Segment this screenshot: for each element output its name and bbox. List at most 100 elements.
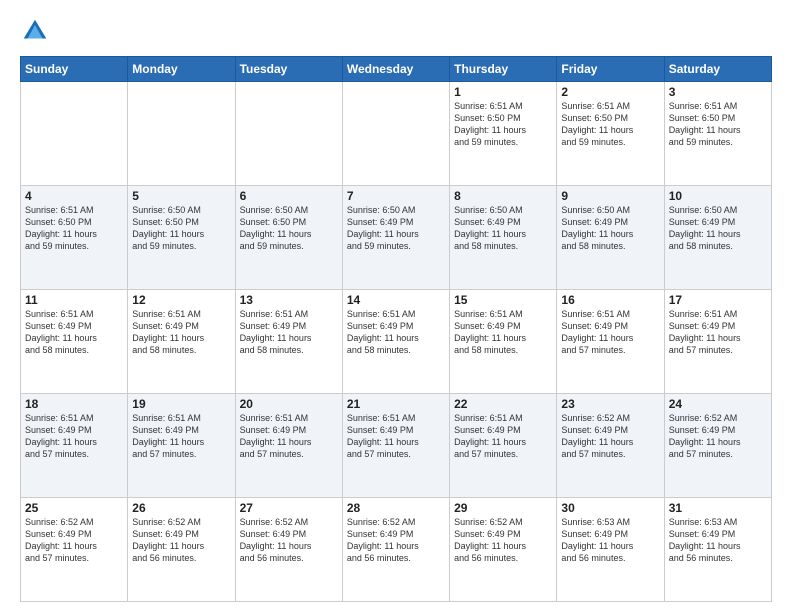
calendar-week-row: 1Sunrise: 6:51 AM Sunset: 6:50 PM Daylig… xyxy=(21,82,772,186)
calendar-cell: 16Sunrise: 6:51 AM Sunset: 6:49 PM Dayli… xyxy=(557,290,664,394)
day-number: 13 xyxy=(240,293,338,307)
calendar-cell: 8Sunrise: 6:50 AM Sunset: 6:49 PM Daylig… xyxy=(450,186,557,290)
day-info: Sunrise: 6:51 AM Sunset: 6:49 PM Dayligh… xyxy=(454,308,552,357)
day-number: 10 xyxy=(669,189,767,203)
day-number: 5 xyxy=(132,189,230,203)
day-info: Sunrise: 6:51 AM Sunset: 6:49 PM Dayligh… xyxy=(240,412,338,461)
calendar-cell xyxy=(21,82,128,186)
calendar-cell: 15Sunrise: 6:51 AM Sunset: 6:49 PM Dayli… xyxy=(450,290,557,394)
day-number: 29 xyxy=(454,501,552,515)
calendar-cell: 31Sunrise: 6:53 AM Sunset: 6:49 PM Dayli… xyxy=(664,498,771,602)
calendar-day-header: Sunday xyxy=(21,57,128,82)
day-info: Sunrise: 6:52 AM Sunset: 6:49 PM Dayligh… xyxy=(25,516,123,565)
calendar-header-row: SundayMondayTuesdayWednesdayThursdayFrid… xyxy=(21,57,772,82)
day-number: 18 xyxy=(25,397,123,411)
calendar-cell xyxy=(342,82,449,186)
day-info: Sunrise: 6:51 AM Sunset: 6:50 PM Dayligh… xyxy=(25,204,123,253)
header xyxy=(20,16,772,46)
calendar-cell: 22Sunrise: 6:51 AM Sunset: 6:49 PM Dayli… xyxy=(450,394,557,498)
calendar-table: SundayMondayTuesdayWednesdayThursdayFrid… xyxy=(20,56,772,602)
day-number: 1 xyxy=(454,85,552,99)
day-number: 23 xyxy=(561,397,659,411)
day-number: 4 xyxy=(25,189,123,203)
day-info: Sunrise: 6:52 AM Sunset: 6:49 PM Dayligh… xyxy=(132,516,230,565)
calendar-cell: 19Sunrise: 6:51 AM Sunset: 6:49 PM Dayli… xyxy=(128,394,235,498)
day-info: Sunrise: 6:51 AM Sunset: 6:50 PM Dayligh… xyxy=(454,100,552,149)
calendar-cell: 30Sunrise: 6:53 AM Sunset: 6:49 PM Dayli… xyxy=(557,498,664,602)
day-info: Sunrise: 6:51 AM Sunset: 6:49 PM Dayligh… xyxy=(240,308,338,357)
calendar-day-header: Tuesday xyxy=(235,57,342,82)
calendar-cell: 25Sunrise: 6:52 AM Sunset: 6:49 PM Dayli… xyxy=(21,498,128,602)
day-number: 20 xyxy=(240,397,338,411)
day-info: Sunrise: 6:52 AM Sunset: 6:49 PM Dayligh… xyxy=(240,516,338,565)
logo-icon xyxy=(20,16,50,46)
calendar-cell: 17Sunrise: 6:51 AM Sunset: 6:49 PM Dayli… xyxy=(664,290,771,394)
day-info: Sunrise: 6:51 AM Sunset: 6:49 PM Dayligh… xyxy=(25,308,123,357)
calendar-cell: 13Sunrise: 6:51 AM Sunset: 6:49 PM Dayli… xyxy=(235,290,342,394)
calendar-cell: 14Sunrise: 6:51 AM Sunset: 6:49 PM Dayli… xyxy=(342,290,449,394)
day-number: 27 xyxy=(240,501,338,515)
day-number: 9 xyxy=(561,189,659,203)
day-info: Sunrise: 6:52 AM Sunset: 6:49 PM Dayligh… xyxy=(561,412,659,461)
day-info: Sunrise: 6:50 AM Sunset: 6:49 PM Dayligh… xyxy=(561,204,659,253)
calendar-cell: 29Sunrise: 6:52 AM Sunset: 6:49 PM Dayli… xyxy=(450,498,557,602)
calendar-cell: 23Sunrise: 6:52 AM Sunset: 6:49 PM Dayli… xyxy=(557,394,664,498)
day-number: 2 xyxy=(561,85,659,99)
day-info: Sunrise: 6:53 AM Sunset: 6:49 PM Dayligh… xyxy=(561,516,659,565)
day-info: Sunrise: 6:52 AM Sunset: 6:49 PM Dayligh… xyxy=(669,412,767,461)
calendar-cell: 11Sunrise: 6:51 AM Sunset: 6:49 PM Dayli… xyxy=(21,290,128,394)
calendar-cell: 7Sunrise: 6:50 AM Sunset: 6:49 PM Daylig… xyxy=(342,186,449,290)
calendar-cell: 12Sunrise: 6:51 AM Sunset: 6:49 PM Dayli… xyxy=(128,290,235,394)
day-number: 7 xyxy=(347,189,445,203)
day-number: 14 xyxy=(347,293,445,307)
day-number: 28 xyxy=(347,501,445,515)
day-number: 21 xyxy=(347,397,445,411)
calendar-week-row: 25Sunrise: 6:52 AM Sunset: 6:49 PM Dayli… xyxy=(21,498,772,602)
day-info: Sunrise: 6:51 AM Sunset: 6:49 PM Dayligh… xyxy=(669,308,767,357)
day-number: 15 xyxy=(454,293,552,307)
day-info: Sunrise: 6:50 AM Sunset: 6:49 PM Dayligh… xyxy=(669,204,767,253)
calendar-cell xyxy=(128,82,235,186)
calendar-cell: 20Sunrise: 6:51 AM Sunset: 6:49 PM Dayli… xyxy=(235,394,342,498)
day-info: Sunrise: 6:50 AM Sunset: 6:50 PM Dayligh… xyxy=(132,204,230,253)
day-info: Sunrise: 6:51 AM Sunset: 6:49 PM Dayligh… xyxy=(132,308,230,357)
day-number: 6 xyxy=(240,189,338,203)
day-info: Sunrise: 6:51 AM Sunset: 6:49 PM Dayligh… xyxy=(132,412,230,461)
day-number: 22 xyxy=(454,397,552,411)
calendar-week-row: 11Sunrise: 6:51 AM Sunset: 6:49 PM Dayli… xyxy=(21,290,772,394)
calendar-day-header: Friday xyxy=(557,57,664,82)
calendar-cell: 26Sunrise: 6:52 AM Sunset: 6:49 PM Dayli… xyxy=(128,498,235,602)
day-number: 12 xyxy=(132,293,230,307)
day-info: Sunrise: 6:51 AM Sunset: 6:49 PM Dayligh… xyxy=(25,412,123,461)
day-number: 30 xyxy=(561,501,659,515)
calendar-cell: 28Sunrise: 6:52 AM Sunset: 6:49 PM Dayli… xyxy=(342,498,449,602)
calendar-cell: 9Sunrise: 6:50 AM Sunset: 6:49 PM Daylig… xyxy=(557,186,664,290)
calendar-day-header: Saturday xyxy=(664,57,771,82)
day-number: 26 xyxy=(132,501,230,515)
calendar-cell: 1Sunrise: 6:51 AM Sunset: 6:50 PM Daylig… xyxy=(450,82,557,186)
day-info: Sunrise: 6:51 AM Sunset: 6:49 PM Dayligh… xyxy=(347,308,445,357)
day-number: 24 xyxy=(669,397,767,411)
calendar-cell xyxy=(235,82,342,186)
calendar-cell: 2Sunrise: 6:51 AM Sunset: 6:50 PM Daylig… xyxy=(557,82,664,186)
day-number: 31 xyxy=(669,501,767,515)
calendar-cell: 24Sunrise: 6:52 AM Sunset: 6:49 PM Dayli… xyxy=(664,394,771,498)
day-info: Sunrise: 6:52 AM Sunset: 6:49 PM Dayligh… xyxy=(454,516,552,565)
calendar-cell: 27Sunrise: 6:52 AM Sunset: 6:49 PM Dayli… xyxy=(235,498,342,602)
calendar-week-row: 4Sunrise: 6:51 AM Sunset: 6:50 PM Daylig… xyxy=(21,186,772,290)
calendar-cell: 21Sunrise: 6:51 AM Sunset: 6:49 PM Dayli… xyxy=(342,394,449,498)
calendar-cell: 4Sunrise: 6:51 AM Sunset: 6:50 PM Daylig… xyxy=(21,186,128,290)
day-info: Sunrise: 6:51 AM Sunset: 6:49 PM Dayligh… xyxy=(561,308,659,357)
day-info: Sunrise: 6:52 AM Sunset: 6:49 PM Dayligh… xyxy=(347,516,445,565)
day-info: Sunrise: 6:53 AM Sunset: 6:49 PM Dayligh… xyxy=(669,516,767,565)
calendar-cell: 5Sunrise: 6:50 AM Sunset: 6:50 PM Daylig… xyxy=(128,186,235,290)
day-info: Sunrise: 6:51 AM Sunset: 6:49 PM Dayligh… xyxy=(347,412,445,461)
day-info: Sunrise: 6:51 AM Sunset: 6:50 PM Dayligh… xyxy=(669,100,767,149)
day-number: 8 xyxy=(454,189,552,203)
calendar-week-row: 18Sunrise: 6:51 AM Sunset: 6:49 PM Dayli… xyxy=(21,394,772,498)
page: SundayMondayTuesdayWednesdayThursdayFrid… xyxy=(0,0,792,612)
day-info: Sunrise: 6:51 AM Sunset: 6:49 PM Dayligh… xyxy=(454,412,552,461)
logo xyxy=(20,16,54,46)
day-info: Sunrise: 6:50 AM Sunset: 6:49 PM Dayligh… xyxy=(454,204,552,253)
day-info: Sunrise: 6:51 AM Sunset: 6:50 PM Dayligh… xyxy=(561,100,659,149)
